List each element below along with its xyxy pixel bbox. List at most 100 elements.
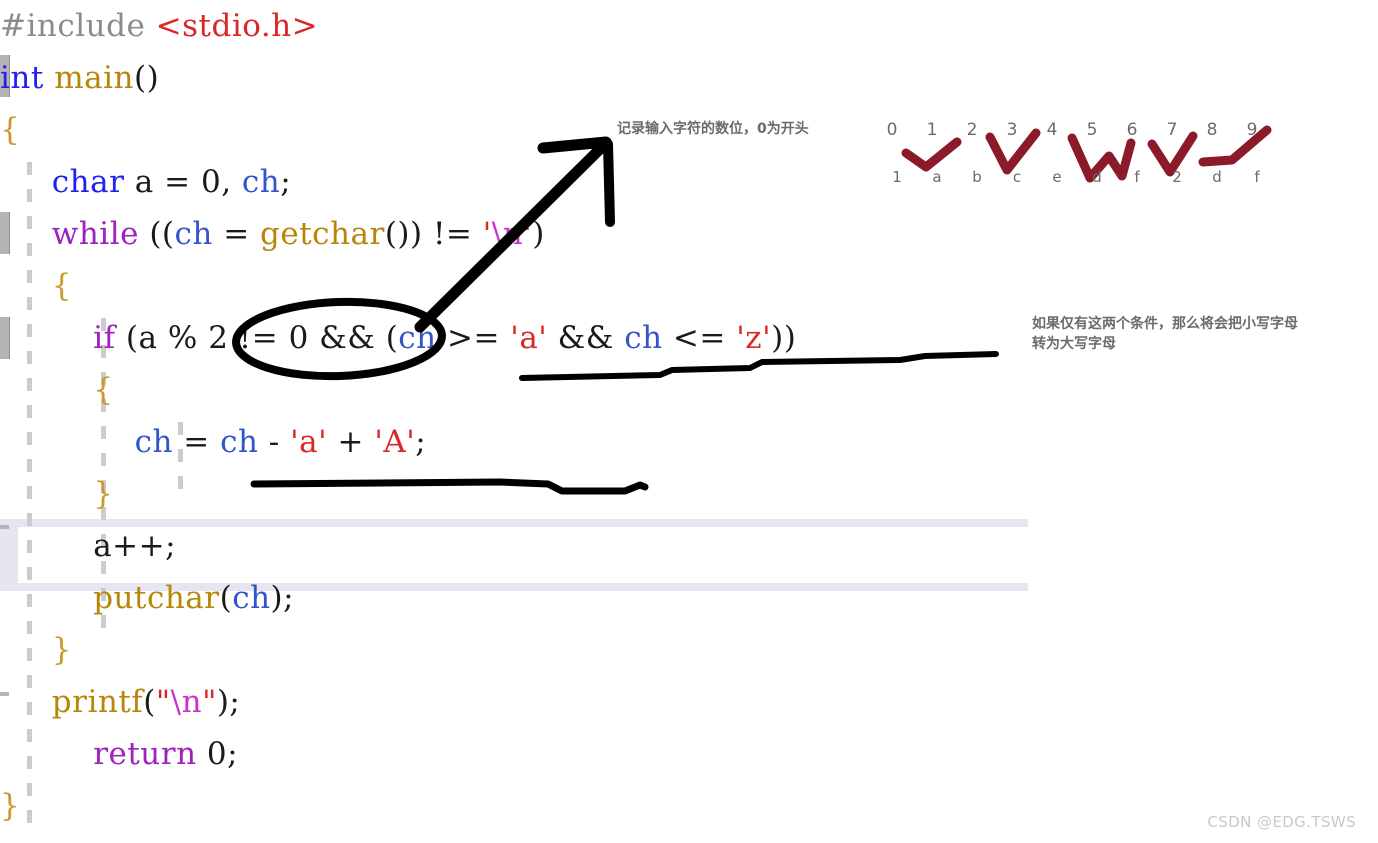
code-token: ch <box>220 424 259 460</box>
code-token: printf <box>51 684 144 720</box>
code-token: ch <box>174 216 213 252</box>
code-token: int <box>0 60 44 96</box>
annotation-note-digit-counter: 记录输入字符的数位，0为开头 <box>617 121 809 137</box>
code-token: { <box>0 112 21 148</box>
code-token: } <box>51 632 73 668</box>
code-token: 0 <box>206 736 228 772</box>
sequence-digit-cell: 3 <box>1006 120 1018 140</box>
code-editor-canvas: #include <stdio.h> int main(){ char a = 0… <box>0 0 1378 843</box>
code-token: (a % <box>115 320 209 356</box>
code-token: \n <box>170 684 203 720</box>
sequence-digit-cell: 4 <box>1046 120 1058 140</box>
code-token: = <box>212 216 261 252</box>
annotation-note-condition-line1: 如果仅有这两个条件，那么将会把小写字母 <box>1032 316 1298 332</box>
sequence-digit-cell: 8 <box>1206 120 1218 140</box>
code-token: <stdio.h> <box>155 8 319 44</box>
check-mark-1 <box>901 137 962 172</box>
code-token: { <box>93 372 114 408</box>
code-token: ; <box>280 164 292 200</box>
code-token: ch <box>624 320 663 356</box>
code-token: ); <box>270 580 295 616</box>
code-token: 'a' <box>290 424 328 460</box>
sequence-letter-cell: f <box>1134 168 1140 186</box>
code-token: return <box>93 736 197 772</box>
code-token: ch <box>398 320 437 356</box>
code-token: (( <box>138 216 175 252</box>
annotation-sequence-letters: 1 a b c e d f 2 d f <box>877 168 1277 186</box>
code-line[interactable]: ch = ch - 'a' + 'A'; <box>0 416 796 468</box>
code-line[interactable]: } <box>0 780 796 832</box>
sequence-letter-cell: 2 <box>1172 168 1182 186</box>
code-token: ) <box>532 216 545 252</box>
code-token: a = <box>124 164 201 200</box>
code-token: 'z' <box>736 320 772 356</box>
csdn-watermark: CSDN @EDG.TSWS <box>1207 813 1356 831</box>
code-token: ; <box>415 424 427 460</box>
code-line[interactable]: { <box>0 364 796 416</box>
code-line[interactable]: { <box>0 260 796 312</box>
sequence-digit-cell: 6 <box>1126 120 1138 140</box>
sequence-letter-cell: e <box>1052 168 1062 186</box>
sequence-digit-cell: 0 <box>886 120 898 140</box>
code-token: ch <box>232 580 271 616</box>
code-token: 2 <box>208 320 229 356</box>
code-token: )) <box>771 320 797 356</box>
code-token: ' <box>523 216 533 252</box>
code-line[interactable]: int main() <box>0 52 796 104</box>
code-token: ' <box>482 216 492 252</box>
sequence-digit-cell: 7 <box>1166 120 1178 140</box>
code-line[interactable]: printf("\n"); <box>0 676 796 728</box>
code-token: ()) != <box>384 216 483 252</box>
code-line[interactable]: putchar(ch); <box>0 572 796 624</box>
code-token: } <box>0 788 21 824</box>
code-token: " <box>155 684 171 720</box>
code-token: + <box>327 424 375 460</box>
code-token: () <box>133 60 160 96</box>
sequence-digit-cell: 5 <box>1086 120 1098 140</box>
code-token: 0 <box>288 320 309 356</box>
code-token: \n <box>491 216 524 252</box>
code-token: , <box>221 164 242 200</box>
code-token: #include <box>0 8 156 44</box>
code-token: while <box>51 216 139 252</box>
annotation-note-condition: 如果仅有这两个条件，那么将会把小写字母 转为大写字母 <box>1032 314 1298 354</box>
code-line[interactable]: while ((ch = getchar()) != '\n') <box>0 208 796 260</box>
code-token: >= <box>436 320 511 356</box>
sequence-digit-cell: 1 <box>926 120 938 140</box>
code-token: getchar <box>260 216 385 252</box>
code-token: 0 <box>200 164 222 200</box>
code-token: && ( <box>308 320 399 356</box>
sequence-letter-cell: f <box>1254 168 1260 186</box>
code-line[interactable]: char a = 0, ch; <box>0 156 796 208</box>
sequence-letter-cell: c <box>1012 168 1022 186</box>
code-token: char <box>51 164 125 200</box>
code-line[interactable]: return 0; <box>0 728 796 780</box>
sequence-letter-cell: d <box>1092 168 1102 186</box>
code-line[interactable]: a++; <box>0 520 796 572</box>
annotation-note-condition-line2: 转为大写字母 <box>1032 336 1116 352</box>
code-line[interactable]: } <box>0 624 796 676</box>
code-token: a++; <box>93 528 177 564</box>
code-token: ); <box>216 684 241 720</box>
code-token: = <box>172 424 221 460</box>
code-token: main <box>54 60 134 96</box>
code-token: putchar <box>93 580 220 616</box>
sequence-letter-cell: d <box>1212 168 1222 186</box>
sequence-digit-cell: 9 <box>1246 120 1258 140</box>
code-line[interactable]: if (a % 2 != 0 && (ch >= 'a' && ch <= 'z… <box>0 312 796 364</box>
code-token: <= <box>662 320 737 356</box>
code-token: } <box>93 476 114 512</box>
code-token: ch <box>134 424 173 460</box>
code-token: != <box>228 320 289 356</box>
sequence-letter-cell: b <box>972 168 982 186</box>
code-line[interactable]: #include <stdio.h> <box>0 0 796 52</box>
code-line[interactable]: } <box>0 468 796 520</box>
sequence-digit-cell: 2 <box>966 120 978 140</box>
code-token: 'A' <box>374 424 416 460</box>
code-token: ( <box>219 580 233 616</box>
code-token: - <box>258 424 291 460</box>
code-token: ( <box>143 684 156 720</box>
sequence-letter-cell: 1 <box>892 168 902 186</box>
check-mark-4 <box>1147 131 1198 177</box>
